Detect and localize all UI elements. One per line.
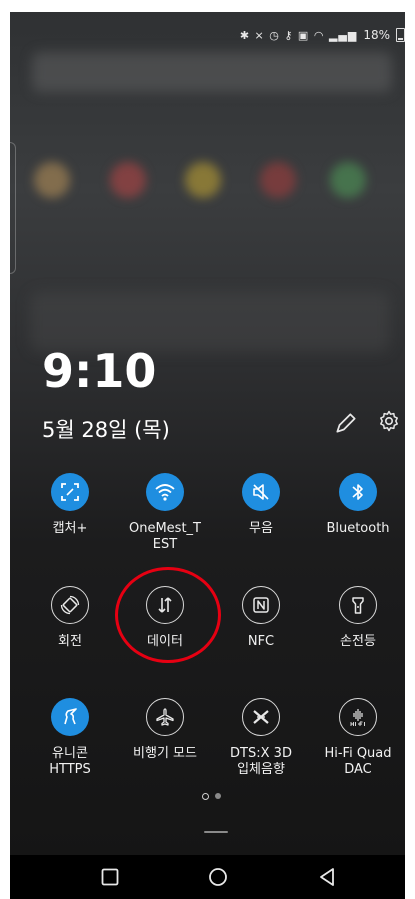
clock: 9:10 — [42, 344, 157, 398]
edit-pencil-icon[interactable] — [333, 410, 359, 436]
tile-airplane[interactable]: 비행기 모드 — [120, 698, 210, 762]
tile-hifi[interactable]: Hi-Fi Quad DAC — [313, 698, 403, 778]
signal-icon: ▂▄▆ — [328, 28, 358, 42]
page-indicator — [202, 793, 221, 800]
date: 5월 28일 (목) — [42, 418, 170, 442]
navigation-bar — [10, 855, 405, 899]
capture-icon — [61, 483, 79, 501]
tile-hifi-label: Hi-Fi Quad DAC — [324, 746, 392, 777]
blurred-app-icon — [260, 162, 296, 198]
tile-rotate-label: 회전 — [58, 634, 82, 649]
alarm-icon: ◷ — [269, 28, 280, 42]
status-icons: ✱ ⨯ ◷ ⚷ ▣ ◠ ▂▄▆ — [240, 29, 358, 42]
tile-capture-label: 캡처+ — [52, 521, 88, 536]
tile-wifi[interactable]: OneMest_T EST — [120, 473, 210, 553]
tile-flashlight-label: 손전등 — [340, 634, 376, 649]
tile-airplane-label: 비행기 모드 — [133, 746, 197, 761]
mute-icon — [253, 484, 269, 500]
tile-unicorn-https[interactable]: 유니콘 HTTPS — [25, 698, 115, 778]
page-dot — [215, 793, 221, 799]
tile-dtsx-label: DTS:X 3D 입체음향 — [230, 746, 292, 777]
tile-nfc[interactable]: NFC — [216, 586, 306, 650]
battery-percent: 18% — [363, 28, 390, 42]
settings-gear-icon[interactable] — [377, 409, 401, 433]
blurred-app-icon — [110, 162, 146, 198]
side-edge-handle[interactable] — [10, 142, 16, 274]
tile-capture[interactable]: 캡처+ — [25, 473, 115, 537]
tile-data[interactable]: 데이터 — [120, 586, 210, 650]
data-arrows-icon — [158, 597, 172, 613]
tile-data-label: 데이터 — [147, 634, 183, 649]
rotate-icon — [60, 595, 80, 615]
blurred-notification — [32, 52, 392, 92]
wifi-icon: ◠ — [313, 28, 325, 42]
tile-bluetooth-label: Bluetooth — [326, 521, 390, 536]
blurred-widget — [30, 292, 390, 352]
blurred-app-icon — [34, 162, 70, 198]
tile-dtsx[interactable]: DTS:X 3D 입체음향 — [216, 698, 306, 778]
battery-icon — [396, 28, 405, 42]
mute-icon: ⨯ — [254, 28, 265, 42]
nfc-icon — [253, 597, 269, 613]
home-icon[interactable] — [206, 865, 230, 889]
tile-mute[interactable]: 무음 — [216, 473, 306, 537]
unicorn-icon — [64, 708, 77, 725]
bluetooth-icon — [352, 484, 363, 500]
hd-icon: ▣ — [297, 28, 310, 42]
bluetooth-icon: ✱ — [239, 28, 251, 42]
tile-nfc-label: NFC — [247, 634, 275, 649]
blurred-app-icon — [185, 162, 221, 198]
page-dot — [202, 793, 209, 800]
dtsx-icon — [253, 710, 269, 724]
back-icon[interactable] — [315, 865, 339, 889]
tile-flashlight[interactable]: 손전등 — [313, 586, 403, 650]
blurred-app-icon — [330, 162, 366, 198]
tile-wifi-label: OneMest_T EST — [129, 521, 201, 552]
wifi-icon — [155, 484, 175, 501]
tile-rotate[interactable]: 회전 — [25, 586, 115, 650]
status-bar: ✱ ⨯ ◷ ⚷ ▣ ◠ ▂▄▆ 18% — [240, 28, 405, 42]
tile-bluetooth[interactable]: Bluetooth — [313, 473, 403, 537]
tile-mute-label: 무음 — [249, 521, 273, 536]
drag-handle[interactable] — [204, 831, 228, 833]
tile-unicorn-label: 유니콘 HTTPS — [49, 746, 91, 777]
key-icon: ⚷ — [284, 28, 294, 42]
flashlight-icon — [352, 597, 364, 614]
airplane-icon — [156, 708, 174, 726]
recent-apps-icon[interactable] — [98, 865, 122, 889]
hifi-icon — [350, 709, 365, 726]
